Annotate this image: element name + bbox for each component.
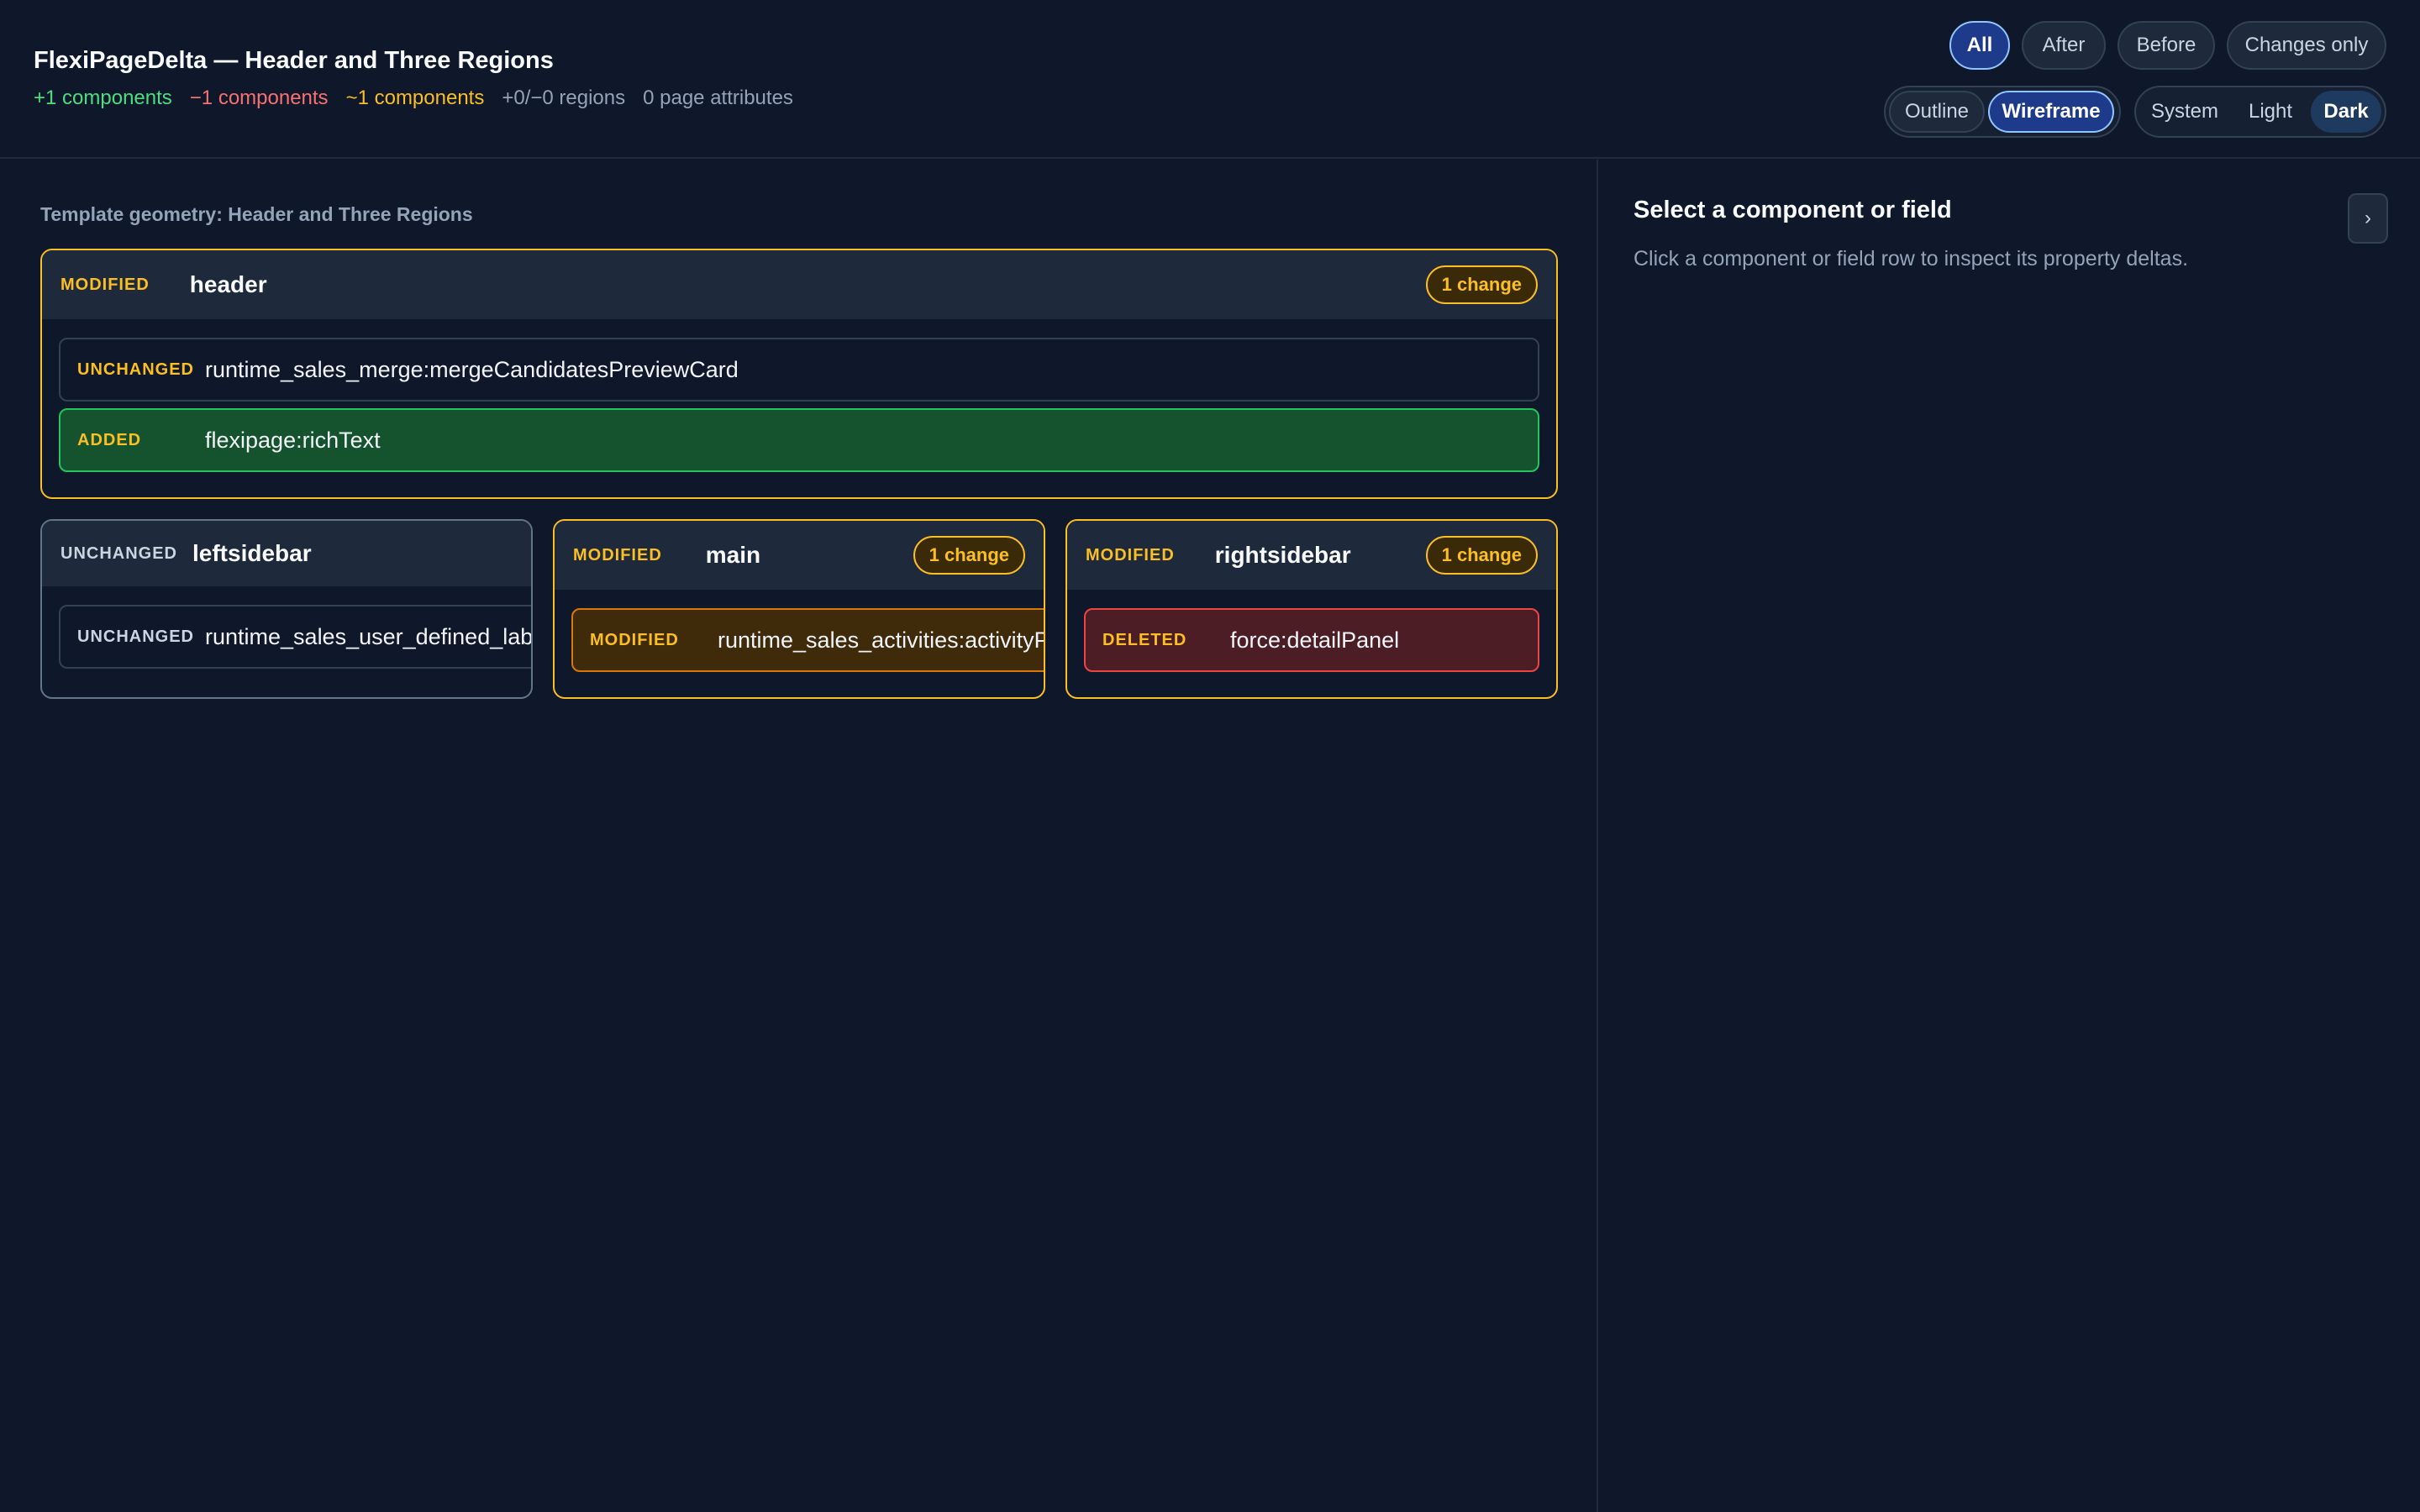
component-name: runtime_sales_activities:activityPanel xyxy=(718,627,1044,653)
summary-regions: +0/−0 regions xyxy=(502,87,626,109)
collapse-panel-button[interactable]: › xyxy=(2348,193,2388,244)
change-count-badge: 1 change xyxy=(1425,536,1538,575)
filter-all-button[interactable]: All xyxy=(1949,21,2010,70)
region-rightsidebar[interactable]: MODIFIED rightsidebar 1 change DELETED f… xyxy=(1065,519,1558,699)
delta-summary: +1 components −1 components ~1 component… xyxy=(34,87,793,110)
filter-before-button[interactable]: Before xyxy=(2118,21,2215,70)
region-status-badge: UNCHANGED xyxy=(60,543,177,563)
component-status-badge: UNCHANGED xyxy=(77,360,194,379)
component-row[interactable]: MODIFIED runtime_sales_activities:activi… xyxy=(571,608,1044,672)
template-geometry-label: Template geometry: Header and Three Regi… xyxy=(40,203,473,225)
summary-deleted: −1 components xyxy=(189,87,329,109)
component-row[interactable]: UNCHANGED runtime_sales_user_defined_lab… xyxy=(59,605,533,669)
summary-added: +1 components xyxy=(34,87,172,109)
component-status-badge: UNCHANGED xyxy=(77,627,194,646)
filter-after-button[interactable]: After xyxy=(2022,21,2106,70)
change-count-badge: 1 change xyxy=(913,536,1025,575)
theme-toggle: System Light Dark xyxy=(2134,86,2386,138)
chevron-right-icon: › xyxy=(2365,207,2371,229)
region-leftsidebar-title-bar: UNCHANGED leftsidebar xyxy=(42,521,531,586)
component-row[interactable]: UNCHANGED runtime_sales_merge:mergeCandi… xyxy=(59,338,1539,402)
inspector-panel: Select a component or field Click a comp… xyxy=(1597,160,2420,1512)
region-name: main xyxy=(705,542,761,568)
theme-system-button[interactable]: System xyxy=(2139,91,2230,133)
page-title: FlexiPageDelta — Header and Three Region… xyxy=(34,47,554,74)
component-status-badge: MODIFIED xyxy=(590,630,679,649)
flexipage-delta-app: FlexiPageDelta — Header and Three Region… xyxy=(0,0,2420,1512)
region-header-title-bar: MODIFIED header 1 change xyxy=(42,250,1556,319)
region-main[interactable]: MODIFIED main 1 change MODIFIED runtime_… xyxy=(553,519,1045,699)
region-main-title-bar: MODIFIED main 1 change xyxy=(555,521,1044,590)
wireframe-canvas: Template geometry: Header and Three Regi… xyxy=(0,160,1597,1512)
summary-modified: ~1 components xyxy=(345,87,485,109)
component-name: force:detailPanel xyxy=(1230,627,1400,653)
region-name: header xyxy=(189,271,267,297)
component-row[interactable]: DELETED force:detailPanel xyxy=(1084,608,1539,672)
inspector-description: Click a component or field row to inspec… xyxy=(1634,247,2189,270)
component-name: runtime_sales_merge:mergeCandidatesPrevi… xyxy=(205,356,739,382)
component-name: flexipage:richText xyxy=(205,427,381,453)
region-name: leftsidebar xyxy=(192,540,312,566)
region-status-badge: MODIFIED xyxy=(60,275,150,294)
top-bar: FlexiPageDelta — Header and Three Region… xyxy=(0,0,2420,159)
region-name: rightsidebar xyxy=(1214,542,1351,568)
change-count-badge: 1 change xyxy=(1425,265,1538,304)
region-leftsidebar[interactable]: UNCHANGED leftsidebar UNCHANGED runtime_… xyxy=(40,519,533,699)
inspector-title: Select a component or field xyxy=(1634,197,1952,223)
component-status-badge: ADDED xyxy=(77,430,142,449)
component-row[interactable]: ADDED flexipage:richText xyxy=(59,408,1539,472)
component-name: runtime_sales_user_defined_labels xyxy=(205,623,533,649)
filter-changes-only-button[interactable]: Changes only xyxy=(2227,21,2386,70)
component-status-badge: DELETED xyxy=(1102,630,1187,649)
view-mode-toggle: Outline Wireframe xyxy=(1884,86,2121,138)
view-outline-button[interactable]: Outline xyxy=(1889,91,1985,133)
theme-light-button[interactable]: Light xyxy=(2233,91,2307,133)
view-wireframe-button[interactable]: Wireframe xyxy=(1988,91,2114,133)
region-rightsidebar-title-bar: MODIFIED rightsidebar 1 change xyxy=(1067,521,1556,590)
summary-page-attributes: 0 page attributes xyxy=(643,87,793,109)
region-header[interactable]: MODIFIED header 1 change UNCHANGED runti… xyxy=(40,249,1558,499)
theme-dark-button[interactable]: Dark xyxy=(2311,91,2382,133)
region-status-badge: MODIFIED xyxy=(573,545,662,564)
region-status-badge: MODIFIED xyxy=(1086,545,1175,564)
